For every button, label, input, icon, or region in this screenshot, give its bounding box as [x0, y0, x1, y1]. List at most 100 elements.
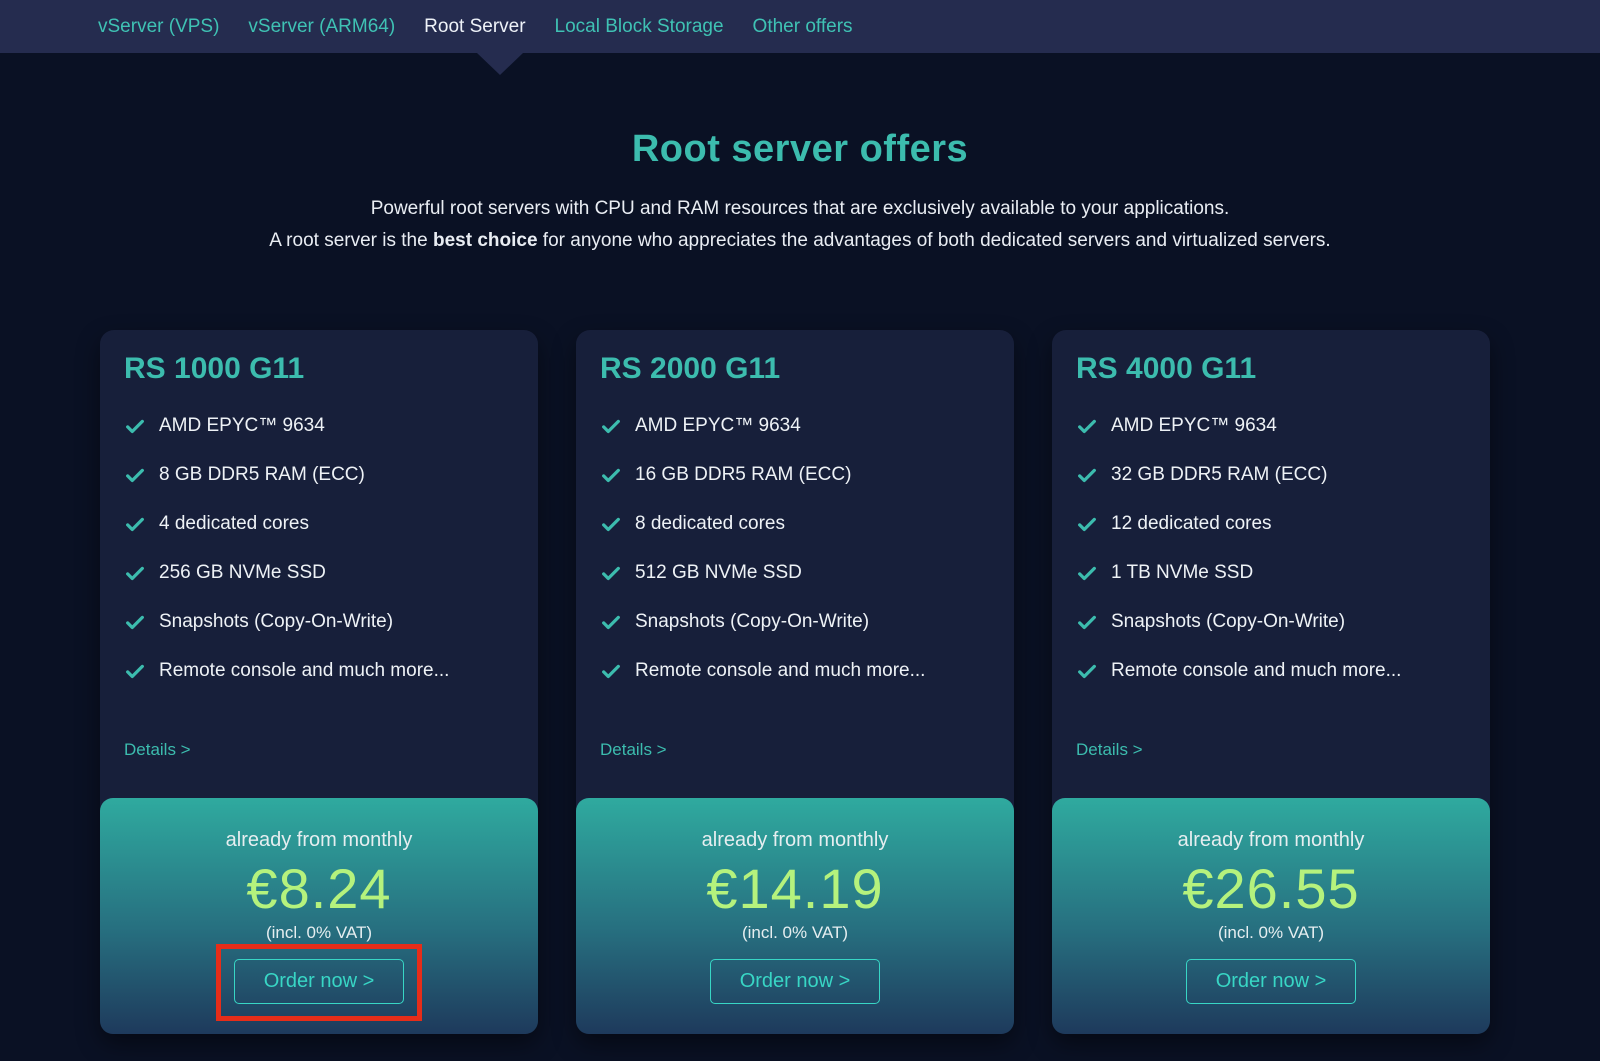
- feature-item: AMD EPYC™ 9634: [1076, 414, 1466, 437]
- plan-card-rs1000: RS 1000 G11 AMD EPYC™ 9634 8 GB DDR5 RAM…: [100, 330, 538, 1034]
- feature-list: AMD EPYC™ 9634 8 GB DDR5 RAM (ECC) 4 ded…: [124, 414, 514, 682]
- check-icon: [600, 611, 622, 633]
- page-title: Root server offers: [0, 128, 1600, 171]
- feature-item: Snapshots (Copy-On-Write): [600, 610, 990, 633]
- subtitle-suffix: for anyone who appreciates the advantage…: [538, 230, 1331, 251]
- feature-label: Snapshots (Copy-On-Write): [159, 610, 393, 633]
- order-now-button[interactable]: Order now >: [710, 959, 881, 1004]
- subtitle-prefix: A root server is the: [269, 230, 433, 251]
- vat-note: (incl. 0% VAT): [100, 923, 538, 943]
- details-link[interactable]: Details >: [600, 740, 667, 760]
- feature-label: AMD EPYC™ 9634: [1111, 414, 1277, 437]
- check-icon: [600, 513, 622, 535]
- check-icon: [124, 513, 146, 535]
- price-amount: €8.24: [100, 861, 538, 917]
- feature-label: AMD EPYC™ 9634: [635, 414, 801, 437]
- subtitle-bold: best choice: [433, 230, 538, 251]
- feature-label: 8 dedicated cores: [635, 512, 785, 535]
- check-icon: [600, 562, 622, 584]
- plan-card-rs4000: RS 4000 G11 AMD EPYC™ 9634 32 GB DDR5 RA…: [1052, 330, 1490, 1034]
- feature-label: Remote console and much more...: [159, 659, 449, 682]
- feature-item: 8 dedicated cores: [600, 512, 990, 535]
- feature-item: 512 GB NVMe SSD: [600, 561, 990, 584]
- plan-card-top: RS 2000 G11 AMD EPYC™ 9634 16 GB DDR5 RA…: [576, 330, 1014, 798]
- plan-card-top: RS 1000 G11 AMD EPYC™ 9634 8 GB DDR5 RAM…: [100, 330, 538, 798]
- order-button-row: Order now >: [100, 943, 538, 1004]
- nav-tab-vserver-vps[interactable]: vServer (VPS): [98, 16, 219, 38]
- feature-label: Remote console and much more...: [1111, 659, 1401, 682]
- check-icon: [1076, 513, 1098, 535]
- check-icon: [1076, 611, 1098, 633]
- feature-label: 256 GB NVMe SSD: [159, 561, 326, 584]
- feature-item: AMD EPYC™ 9634: [124, 414, 514, 437]
- page-subtitle-line1: Powerful root servers with CPU and RAM r…: [0, 193, 1600, 225]
- price-panel: already from monthly €14.19 (incl. 0% VA…: [576, 798, 1014, 1034]
- check-icon: [124, 660, 146, 682]
- feature-label: Remote console and much more...: [635, 659, 925, 682]
- feature-item: 4 dedicated cores: [124, 512, 514, 535]
- feature-label: 8 GB DDR5 RAM (ECC): [159, 463, 365, 486]
- feature-item: Remote console and much more...: [1076, 659, 1466, 682]
- feature-label: AMD EPYC™ 9634: [159, 414, 325, 437]
- feature-list: AMD EPYC™ 9634 32 GB DDR5 RAM (ECC) 12 d…: [1076, 414, 1466, 682]
- feature-item: AMD EPYC™ 9634: [600, 414, 990, 437]
- details-link[interactable]: Details >: [1076, 740, 1143, 760]
- vat-note: (incl. 0% VAT): [1052, 923, 1490, 943]
- check-icon: [124, 415, 146, 437]
- plan-title: RS 4000 G11: [1076, 352, 1466, 386]
- feature-label: Snapshots (Copy-On-Write): [1111, 610, 1345, 633]
- nav-tab-local-block-storage[interactable]: Local Block Storage: [555, 16, 724, 38]
- price-caption: already from monthly: [576, 829, 1014, 852]
- check-icon: [600, 415, 622, 437]
- feature-label: 4 dedicated cores: [159, 512, 309, 535]
- feature-item: 8 GB DDR5 RAM (ECC): [124, 463, 514, 486]
- plan-title: RS 1000 G11: [124, 352, 514, 386]
- check-icon: [1076, 415, 1098, 437]
- feature-item: Snapshots (Copy-On-Write): [124, 610, 514, 633]
- check-icon: [600, 660, 622, 682]
- page-subtitle-line2: A root server is the best choice for any…: [0, 225, 1600, 257]
- order-now-button[interactable]: Order now >: [1186, 959, 1357, 1004]
- plan-title: RS 2000 G11: [600, 352, 990, 386]
- plan-card-rs2000: RS 2000 G11 AMD EPYC™ 9634 16 GB DDR5 RA…: [576, 330, 1014, 1034]
- nav-tab-other-offers[interactable]: Other offers: [753, 16, 853, 38]
- top-navigation: vServer (VPS) vServer (ARM64) Root Serve…: [0, 0, 1600, 53]
- check-icon: [1076, 562, 1098, 584]
- feature-label: 16 GB DDR5 RAM (ECC): [635, 463, 851, 486]
- feature-list: AMD EPYC™ 9634 16 GB DDR5 RAM (ECC) 8 de…: [600, 414, 990, 682]
- feature-item: 16 GB DDR5 RAM (ECC): [600, 463, 990, 486]
- check-icon: [1076, 660, 1098, 682]
- active-tab-notch: [477, 53, 523, 75]
- details-link[interactable]: Details >: [124, 740, 191, 760]
- feature-label: 32 GB DDR5 RAM (ECC): [1111, 463, 1327, 486]
- vat-note: (incl. 0% VAT): [576, 923, 1014, 943]
- feature-item: 256 GB NVMe SSD: [124, 561, 514, 584]
- feature-item: Remote console and much more...: [600, 659, 990, 682]
- order-button-row: Order now >: [1052, 943, 1490, 1004]
- plan-card-top: RS 4000 G11 AMD EPYC™ 9634 32 GB DDR5 RA…: [1052, 330, 1490, 798]
- page: { "nav": { "items": [ { "label": "vServe…: [0, 0, 1600, 1061]
- check-icon: [124, 464, 146, 486]
- nav-tab-root-server[interactable]: Root Server: [424, 16, 525, 38]
- order-now-button[interactable]: Order now >: [234, 959, 405, 1004]
- price-panel: already from monthly €8.24 (incl. 0% VAT…: [100, 798, 538, 1034]
- feature-label: 12 dedicated cores: [1111, 512, 1272, 535]
- price-caption: already from monthly: [1052, 829, 1490, 852]
- price-caption: already from monthly: [100, 829, 538, 852]
- order-button-row: Order now >: [576, 943, 1014, 1004]
- feature-item: 1 TB NVMe SSD: [1076, 561, 1466, 584]
- nav-tab-vserver-arm64[interactable]: vServer (ARM64): [248, 16, 395, 38]
- feature-label: 512 GB NVMe SSD: [635, 561, 802, 584]
- hero-section: Root server offers Powerful root servers…: [0, 128, 1600, 257]
- price-amount: €26.55: [1052, 861, 1490, 917]
- check-icon: [124, 562, 146, 584]
- price-amount: €14.19: [576, 861, 1014, 917]
- feature-label: 1 TB NVMe SSD: [1111, 561, 1253, 584]
- feature-label: Snapshots (Copy-On-Write): [635, 610, 869, 633]
- feature-item: 32 GB DDR5 RAM (ECC): [1076, 463, 1466, 486]
- plan-cards-row: RS 1000 G11 AMD EPYC™ 9634 8 GB DDR5 RAM…: [100, 330, 1490, 1034]
- check-icon: [1076, 464, 1098, 486]
- price-panel: already from monthly €26.55 (incl. 0% VA…: [1052, 798, 1490, 1034]
- feature-item: 12 dedicated cores: [1076, 512, 1466, 535]
- check-icon: [124, 611, 146, 633]
